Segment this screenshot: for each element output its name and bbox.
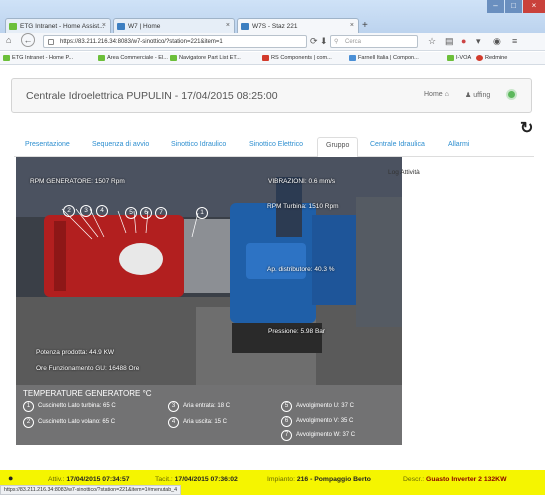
tab-sinottico-idraulico[interactable]: Sinottico Idraulico <box>171 141 226 148</box>
user-link[interactable]: ♟ uffing <box>465 91 490 99</box>
tab-sinottico-elettrico[interactable]: Sinottico Elettrico <box>249 141 303 148</box>
back-button[interactable]: ← <box>21 33 35 47</box>
bell-icon[interactable]: ● <box>8 473 13 483</box>
tab-gruppo[interactable]: Gruppo <box>317 137 359 158</box>
sensor-marker: 2 <box>63 205 75 217</box>
sensor-marker: 7 <box>155 207 167 219</box>
addon-icon[interactable]: ◉ <box>493 36 501 47</box>
distributore-label: Ap. distributore: 40.3 % <box>267 266 335 273</box>
page-title: Centrale Idroelettrica PUPULIN - 17/04/2… <box>26 90 278 102</box>
url-field[interactable]: https://83.211.216.34:8083/w7-sinottico/… <box>43 35 307 48</box>
tab-centrale-idraulica[interactable]: Centrale Idraulica <box>370 141 425 148</box>
rpm-generatore-label: RPM GENERATORE: 1507 Rpm <box>30 178 125 185</box>
user-icon: ♟ <box>465 92 472 99</box>
page-header: Centrale Idroelettrica PUPULIN - 17/04/2… <box>11 78 532 113</box>
temperature-item: 5 Avvolgimento U: 37 C <box>281 401 354 412</box>
descrizione-info: Descr.: Guasto Inverter 2 132KW <box>403 476 507 483</box>
browser-tab-etg[interactable]: ETG Intranet - Home Assist... × <box>5 18 111 34</box>
home-icon: ⌂ <box>444 91 449 98</box>
attivazione-info: Attiv.: 17/04/2015 07:34:57 <box>48 476 130 483</box>
dropdown-icon[interactable]: ▾ <box>476 36 481 47</box>
maximize-button[interactable]: □ <box>505 0 522 13</box>
bookmark-icon <box>262 55 269 61</box>
bookmark-icon <box>349 55 356 61</box>
search-input[interactable]: ⚲ Cerca <box>330 35 418 48</box>
temperature-item: 6 Avvolgimento V: 35 C <box>281 416 353 427</box>
sensor-marker: 6 <box>140 207 152 219</box>
browser-tab-w7-home[interactable]: W7 | Home × <box>113 18 235 34</box>
bookmark-item[interactable]: Farnell Italia | Compon... <box>349 55 419 61</box>
tab-favicon-icon <box>9 23 17 30</box>
window-close-button[interactable]: × <box>523 0 545 13</box>
generator-photo-panel: RPM GENERATORE: 1507 Rpm VIBRAZIONI: 0.6… <box>16 157 402 445</box>
tab-allarmi[interactable]: Allarmi <box>448 141 469 148</box>
log-attivita-label[interactable]: Log Attività <box>388 169 420 176</box>
bookmarks-bar: ETG Intranet - Home P... Area Commercial… <box>0 52 545 65</box>
temperature-item: 7 Avvolgimento W: 37 C <box>281 430 355 441</box>
temperature-item: 3 Aria entrata: 18 C <box>168 401 230 412</box>
rpm-turbina-label: RPM Turbina: 1510 Rpm <box>267 203 339 210</box>
sensor-marker: 4 <box>96 205 108 217</box>
home-icon[interactable]: ⌂ <box>6 35 11 45</box>
browser-titlebar: ETG Intranet - Home Assist... × W7 | Home… <box>0 0 545 34</box>
temperature-item: 1 Cuscinetto Lato turbina: 65 C <box>23 401 116 412</box>
temperature-panel: TEMPERATURE GENERATORE °C 1 Cuscinetto La… <box>16 385 402 445</box>
bookmark-star-icon[interactable]: ☆ <box>428 36 436 47</box>
tab-presentazione[interactable]: Presentazione <box>25 141 70 148</box>
temperature-item: 4 Aria uscita: 15 C <box>168 417 227 428</box>
addon-icon[interactable]: ● <box>461 36 466 46</box>
new-tab-button[interactable]: + <box>362 20 368 31</box>
impianto-info: Impianto: 216 - Pompaggio Berto <box>267 476 371 483</box>
sensor-marker: 3 <box>80 205 92 217</box>
bookmark-item[interactable]: ETG Intranet - Home P... <box>3 55 73 61</box>
tab-favicon-icon <box>241 23 249 30</box>
ore-funzionamento-label: Ore Funzionamento GU: 16488 Ore <box>36 365 140 372</box>
bookmarks-menu-icon[interactable]: ▤ <box>445 36 454 47</box>
page-content: Centrale Idroelettrica PUPULIN - 17/04/2… <box>0 66 545 466</box>
connection-status-icon <box>506 89 517 100</box>
bookmark-icon <box>447 55 454 61</box>
bookmark-icon <box>476 55 483 61</box>
bookmark-item[interactable]: Redmine <box>476 55 507 61</box>
potenza-label: Potenza prodotta: 44.9 KW <box>36 349 115 356</box>
sensor-marker: 5 <box>125 207 137 219</box>
search-icon: ⚲ <box>334 39 339 45</box>
download-icon[interactable]: ⬇ <box>320 36 328 47</box>
tacitazione-info: Tacit.: 17/04/2015 07:36:02 <box>155 476 238 483</box>
reload-icon[interactable]: ⟳ <box>310 36 318 47</box>
link-preview-url: https://83.211.216.34:8083/w7-sinottico/… <box>0 485 182 495</box>
navigation-bar: ⌂ ← https://83.211.216.34:8083/w7-sinott… <box>0 33 545 51</box>
bookmark-item[interactable]: I-VOA <box>447 55 471 61</box>
sensor-marker: 1 <box>196 207 208 219</box>
bookmark-item[interactable]: Area Commerciale - El... <box>98 55 168 61</box>
minimize-button[interactable]: – <box>487 0 504 13</box>
bookmark-item[interactable]: Navigatore Part List ET... <box>170 55 241 61</box>
vibrazioni-label: VIBRAZIONI: 0.6 mm/s <box>268 178 336 185</box>
lock-icon <box>48 39 54 45</box>
home-link[interactable]: Home ⌂ <box>424 91 449 98</box>
menu-icon[interactable]: ≡ <box>512 36 517 46</box>
pressione-label: Pressione: 5.98 Bar <box>268 328 326 335</box>
bookmark-item[interactable]: RS Components | com... <box>262 55 332 61</box>
temperature-title: TEMPERATURE GENERATORE °C <box>23 389 152 398</box>
section-tabs: Presentazione Sequenza di avvio Sinottic… <box>14 137 534 158</box>
close-icon[interactable]: × <box>102 22 106 29</box>
bookmark-icon <box>3 55 10 61</box>
close-icon[interactable]: × <box>226 22 230 29</box>
bookmark-icon <box>98 55 105 61</box>
tab-favicon-icon <box>117 23 125 30</box>
bookmark-icon <box>170 55 177 61</box>
tab-sequenza-di-avvio[interactable]: Sequenza di avvio <box>92 141 149 148</box>
refresh-icon[interactable]: ↻ <box>520 118 533 138</box>
close-icon[interactable]: × <box>350 22 354 29</box>
temperature-item: 2 Cuscinetto Lato volano: 65 C <box>23 417 115 428</box>
browser-tab-w7s[interactable]: W7S - Staz 221 × <box>237 18 359 34</box>
